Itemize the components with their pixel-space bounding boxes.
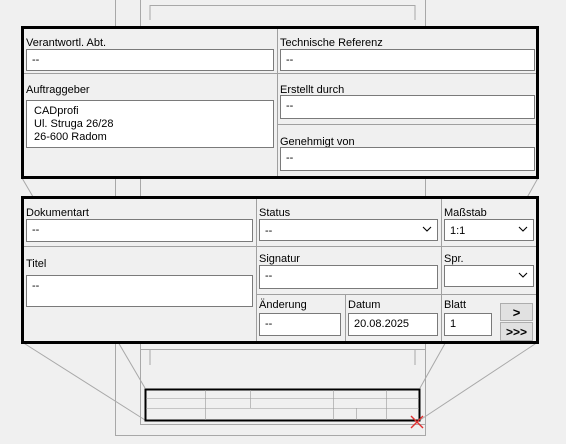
revision-field[interactable]: -- [259,313,341,336]
technical-reference-field[interactable]: -- [280,49,535,71]
chevron-down-icon [422,226,432,232]
responsible-dept-field[interactable]: -- [26,49,274,71]
language-dropdown[interactable] [444,265,534,287]
document-type-field[interactable]: -- [26,219,253,242]
chevron-down-icon [518,226,528,232]
status-label: Status [259,207,291,219]
scale-dropdown[interactable]: 1:1 [444,219,534,241]
created-by-field[interactable]: -- [280,95,535,119]
title-field[interactable]: -- [26,275,253,307]
scale-label: Maßstab [444,207,487,219]
client-field[interactable]: CADprofi Ul. Struga 26/28 26-600 Radom [26,100,274,148]
responsible-dept-label: Verantwortl. Abt. [26,37,107,49]
document-type-label: Dokumentart [26,207,89,219]
signature-label: Signatur [259,253,300,265]
top-title-block-panel: Verantwortl. Abt. -- Technische Referenz… [21,26,539,179]
date-label: Datum [348,299,381,311]
last-sheet-button[interactable]: >>> [500,322,533,341]
client-label: Auftraggeber [26,84,90,96]
bottom-title-block-panel: Dokumentart -- Status -- Maßstab 1:1 Tit… [21,196,539,344]
signature-field[interactable]: -- [259,265,438,289]
sheet-label: Blatt [444,299,467,311]
next-sheet-button[interactable]: > [500,303,533,321]
title-label: Titel [26,258,47,270]
revision-label: Änderung [259,299,307,311]
language-label: Spr. [444,253,464,265]
status-dropdown[interactable]: -- [259,219,438,241]
sheet-field[interactable]: 1 [444,313,492,336]
approved-by-field[interactable]: -- [280,147,535,171]
chevron-down-icon [518,272,528,278]
date-field[interactable]: 20.08.2025 [348,313,438,336]
technical-reference-label: Technische Referenz [280,37,383,49]
mini-title-block [144,388,421,422]
scale-value: 1:1 [450,225,466,237]
status-value: -- [265,225,273,237]
